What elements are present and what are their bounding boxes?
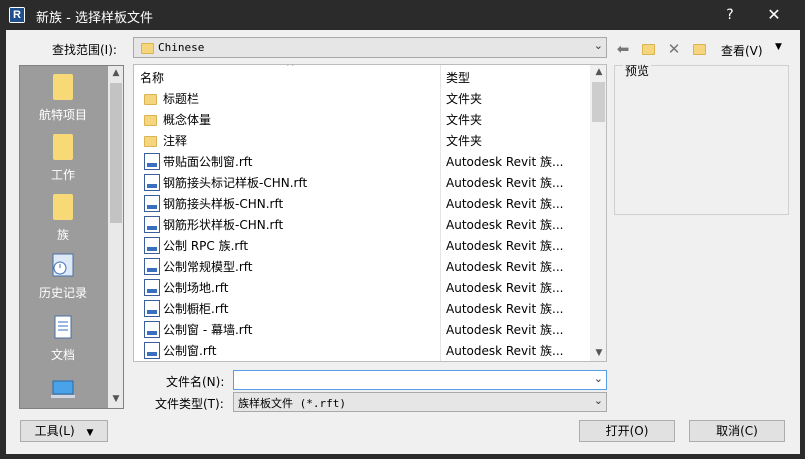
folder-icon (144, 136, 157, 147)
list-item[interactable]: 公制常规模型.rft Autodesk Revit 族... (134, 257, 590, 278)
folder-icon (144, 94, 157, 105)
lookin-label: 查找范围(I): (52, 43, 117, 57)
revit-app-icon (9, 7, 25, 23)
dropdown-arrow-icon: ▼ (86, 428, 94, 438)
view-menu-button[interactable]: 查看(V) (721, 42, 763, 59)
filename-input[interactable]: ⌄ (233, 370, 607, 390)
chevron-down-icon: ⌄ (593, 39, 603, 52)
filetype-label: 文件类型(T): (155, 397, 224, 411)
folder-icon (144, 115, 157, 126)
list-item[interactable]: 公制窗 - 幕墙.rft Autodesk Revit 族... (134, 320, 590, 341)
folder-icon (53, 134, 73, 160)
help-button[interactable]: ? (720, 4, 740, 26)
chevron-down-icon[interactable]: ⌄ (594, 372, 603, 385)
file-list-scrollbar[interactable]: ▲ ▼ (590, 65, 606, 361)
chevron-down-icon: ⌄ (593, 394, 603, 407)
dialog-body: 查找范围(I): Chinese ⌄ ⬅ ✕ 查看(V) ▼ 航特项目 工作 族 (6, 30, 800, 454)
place-computer[interactable] (20, 376, 106, 408)
list-item[interactable]: 钢筋接头样板-CHN.rft Autodesk Revit 族... (134, 194, 590, 215)
scroll-up-icon[interactable]: ▲ (591, 67, 606, 77)
rft-file-icon (144, 300, 160, 317)
delete-icon[interactable]: ✕ (664, 40, 684, 58)
filetype-select[interactable]: 族样板文件 (*.rft) ⌄ (233, 392, 607, 412)
tools-button[interactable]: 工具(L) ▼ (20, 420, 108, 442)
places-bar: 航特项目 工作 族 历史记录 文档 ▲ ▼ (19, 65, 124, 409)
history-icon (52, 253, 74, 277)
list-item[interactable]: 公制 RPC 族.rft Autodesk Revit 族... (134, 236, 590, 257)
scroll-down-icon[interactable]: ▼ (108, 394, 123, 404)
scrollbar-thumb[interactable] (592, 82, 605, 122)
preview-label: 预览 (623, 62, 652, 79)
document-icon (54, 315, 72, 339)
scroll-down-icon[interactable]: ▼ (591, 348, 606, 358)
lookin-combo[interactable]: Chinese ⌄ (133, 37, 607, 58)
list-item[interactable]: 钢筋形状样板-CHN.rft Autodesk Revit 族... (134, 215, 590, 236)
computer-icon (51, 380, 75, 398)
folder-icon (141, 43, 154, 54)
list-item[interactable]: 标题栏 文件夹 (134, 89, 590, 110)
new-folder-icon[interactable] (689, 40, 709, 58)
sort-ascending-icon: ^ (286, 64, 295, 73)
cancel-button[interactable]: 取消(C) (689, 420, 785, 442)
filename-label: 文件名(N): (166, 375, 225, 389)
list-item[interactable]: 注释 文件夹 (134, 131, 590, 152)
close-button[interactable]: ✕ (762, 3, 786, 27)
place-documents[interactable]: 文档 (20, 314, 106, 363)
back-icon[interactable]: ⬅ (613, 40, 633, 58)
window-title: 新族 - 选择样板文件 (36, 11, 153, 26)
place-history[interactable]: 历史记录 (20, 252, 106, 301)
folder-icon (53, 74, 73, 100)
rft-file-icon (144, 174, 160, 191)
list-item[interactable]: 公制场地.rft Autodesk Revit 族... (134, 278, 590, 299)
list-item[interactable]: 钢筋接头标记样板-CHN.rft Autodesk Revit 族... (134, 173, 590, 194)
rft-file-icon (144, 342, 160, 359)
rft-file-icon (144, 279, 160, 296)
open-button[interactable]: 打开(O) (579, 420, 675, 442)
view-dropdown-icon[interactable]: ▼ (775, 42, 782, 52)
folder-icon (53, 194, 73, 220)
rft-file-icon (144, 258, 160, 275)
rft-file-icon (144, 195, 160, 212)
scroll-up-icon[interactable]: ▲ (108, 68, 123, 78)
file-list[interactable]: ^ 名称 类型 标题栏 文件夹 概念体量 文件夹 注释 文件夹 带贴面公制窗.r… (133, 64, 607, 362)
preview-panel: 预览 (614, 62, 789, 215)
lookin-value: Chinese (158, 41, 205, 54)
column-header-type[interactable]: 类型 (446, 67, 470, 89)
list-item[interactable]: 公制窗.rft Autodesk Revit 族... (134, 341, 590, 361)
rft-file-icon (144, 237, 160, 254)
up-folder-icon[interactable] (638, 40, 658, 58)
filetype-value: 族样板文件 (*.rft) (238, 397, 346, 410)
rft-file-icon (144, 321, 160, 338)
list-item[interactable]: 带贴面公制窗.rft Autodesk Revit 族... (134, 152, 590, 173)
title-bar: 新族 - 选择样板文件 ? ✕ (0, 0, 805, 30)
list-item[interactable]: 公制橱柜.rft Autodesk Revit 族... (134, 299, 590, 320)
rft-file-icon (144, 216, 160, 233)
list-item[interactable]: 概念体量 文件夹 (134, 110, 590, 131)
scrollbar-thumb[interactable] (110, 83, 122, 223)
places-scrollbar[interactable]: ▲ ▼ (108, 66, 123, 408)
place-work[interactable]: 工作 (20, 134, 106, 183)
place-hangte-project[interactable]: 航特项目 (20, 74, 106, 123)
place-family[interactable]: 族 (20, 194, 106, 243)
rft-file-icon (144, 153, 160, 170)
column-header-name[interactable]: 名称 (140, 67, 164, 89)
